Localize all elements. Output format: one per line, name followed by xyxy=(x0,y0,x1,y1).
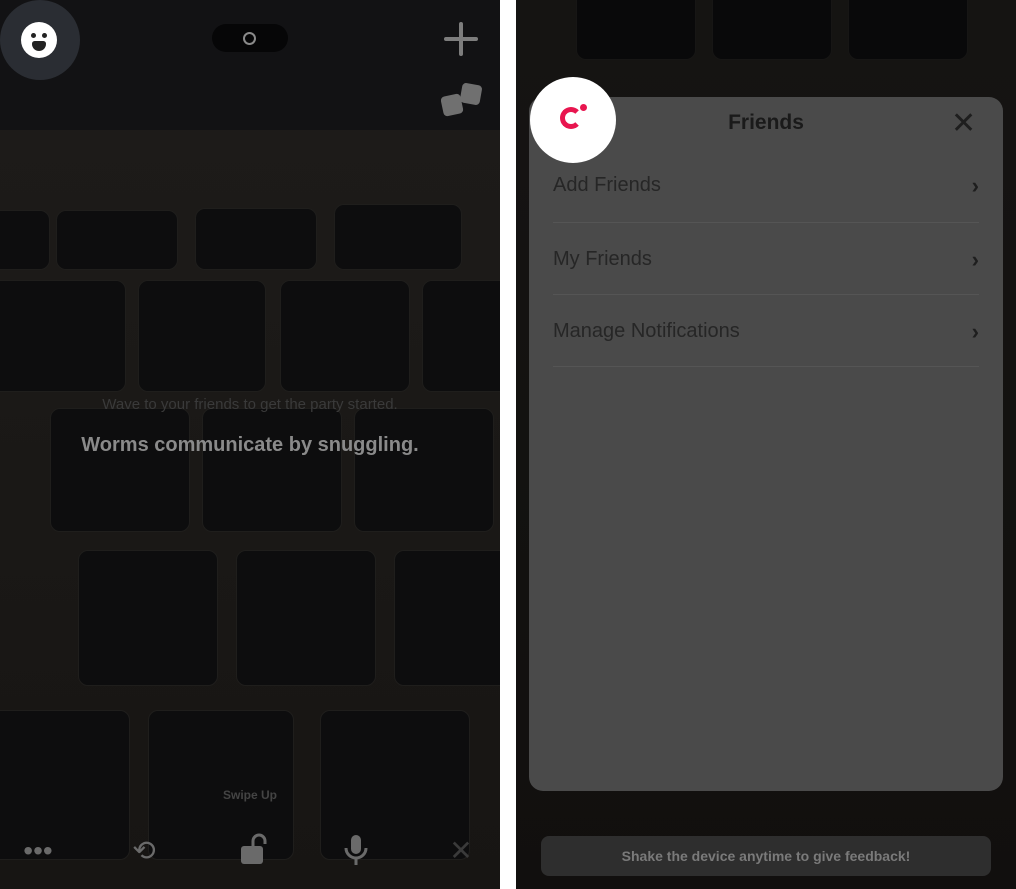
flip-camera-icon[interactable]: ⟲ xyxy=(126,832,162,870)
more-icon[interactable]: ••• xyxy=(14,832,62,870)
chevron-right-icon: › xyxy=(971,173,979,198)
menu-item-label: My Friends xyxy=(553,248,652,270)
chevron-right-icon: › xyxy=(971,247,979,272)
swipe-up-label[interactable]: Swipe Up xyxy=(200,788,300,802)
app-logo-button[interactable] xyxy=(530,77,616,163)
hint-text: Wave to your friends to get the party st… xyxy=(102,396,398,413)
right-screen: Friends ✕ Add Friends › My Friends › Manag… xyxy=(516,0,1016,889)
close-button[interactable]: ✕ xyxy=(951,105,976,143)
microphone-icon[interactable] xyxy=(340,832,372,878)
menu-item-manage-notifications[interactable]: Manage Notifications › xyxy=(553,294,979,367)
unlock-icon[interactable] xyxy=(236,832,272,876)
camera-toggle-button[interactable] xyxy=(212,24,288,52)
fact-text: Worms communicate by snuggling. xyxy=(81,434,419,456)
close-icon[interactable]: ✕ xyxy=(446,832,476,870)
app-logo-icon xyxy=(560,107,582,129)
menu-item-add-friends[interactable]: Add Friends › xyxy=(553,149,979,222)
emoji-face-icon xyxy=(21,22,57,58)
circle-icon xyxy=(243,32,256,45)
plus-icon[interactable] xyxy=(444,22,478,56)
menu-item-my-friends[interactable]: My Friends › xyxy=(553,222,979,295)
menu-item-label: Manage Notifications xyxy=(553,320,740,342)
chevron-right-icon: › xyxy=(971,319,979,344)
camera-background xyxy=(0,130,500,889)
friends-modal: Friends ✕ Add Friends › My Friends › Manag… xyxy=(529,97,1003,791)
dice-icon[interactable] xyxy=(440,82,485,117)
logo-dot xyxy=(580,104,587,111)
feedback-banner[interactable]: Shake the device anytime to give feedbac… xyxy=(541,836,991,876)
emoji-button[interactable] xyxy=(0,0,80,80)
left-screen: Wave to your friends to get the party st… xyxy=(0,0,500,889)
